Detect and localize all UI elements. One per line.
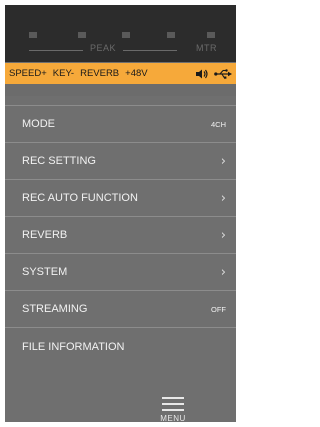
- menu-item-label: SYSTEM: [22, 266, 68, 278]
- menu-item-streaming[interactable]: STREAMING OFF: [5, 291, 236, 328]
- header-spacer: [5, 84, 236, 96]
- menu-item-label: REVERB: [22, 229, 68, 241]
- status-key: KEY-: [52, 68, 75, 79]
- meter-segment: [207, 32, 215, 38]
- menu-item-label: FILE INFORMATION: [22, 340, 125, 353]
- chevron-right-icon: ›: [220, 190, 226, 206]
- menu-item-reverb[interactable]: REVERB ›: [5, 217, 236, 254]
- status-reverb: REVERB: [80, 68, 120, 79]
- chevron-right-icon: ›: [220, 153, 226, 169]
- menu-item-system[interactable]: SYSTEM ›: [5, 254, 236, 291]
- menu-item-label: STREAMING: [22, 303, 88, 315]
- menu-item-rec-auto-function[interactable]: REC AUTO FUNCTION ›: [5, 180, 236, 217]
- menu-item-label: REC AUTO FUNCTION: [22, 192, 138, 204]
- chevron-right-icon: ›: [220, 264, 226, 280]
- meter-segment: [78, 32, 86, 38]
- settings-menu: MODE 4CH REC SETTING › REC AUTO FUNCTION…: [5, 106, 236, 365]
- peak-label: PEAK: [89, 43, 116, 53]
- menu-item-value: 4CH: [210, 119, 226, 129]
- usb-icon: [214, 68, 232, 79]
- level-meter: PEAK MTR: [5, 5, 236, 62]
- menu-item-label: MODE: [22, 118, 55, 130]
- menu-item-value: OFF: [211, 304, 226, 314]
- menu-item-mode[interactable]: MODE 4CH: [5, 106, 236, 143]
- status-phantom: +48V: [125, 68, 148, 79]
- meter-segment: [29, 32, 37, 38]
- peak-line-left: [29, 50, 83, 51]
- status-bar: SPEED+ KEY- REVERB +48V: [5, 63, 236, 84]
- menu-item-label: REC SETTING: [22, 155, 96, 167]
- menu-item-rec-setting[interactable]: REC SETTING ›: [5, 143, 236, 180]
- mtr-label: MTR: [196, 43, 217, 53]
- chevron-right-icon: ›: [220, 227, 226, 243]
- speaker-icon: [196, 69, 208, 78]
- menu-button[interactable]: MENU: [155, 397, 191, 422]
- meter-segment: [122, 32, 130, 38]
- status-speed: SPEED+: [9, 68, 47, 79]
- peak-line-right: [123, 50, 177, 51]
- app-frame: PEAK MTR SPEED+ KEY- REVERB +48V MODE 4C…: [5, 5, 236, 422]
- menu-item-file-information[interactable]: FILE INFORMATION: [5, 328, 236, 365]
- hamburger-icon: [162, 397, 184, 415]
- meter-segment: [167, 32, 175, 38]
- menu-button-label: MENU: [160, 414, 186, 422]
